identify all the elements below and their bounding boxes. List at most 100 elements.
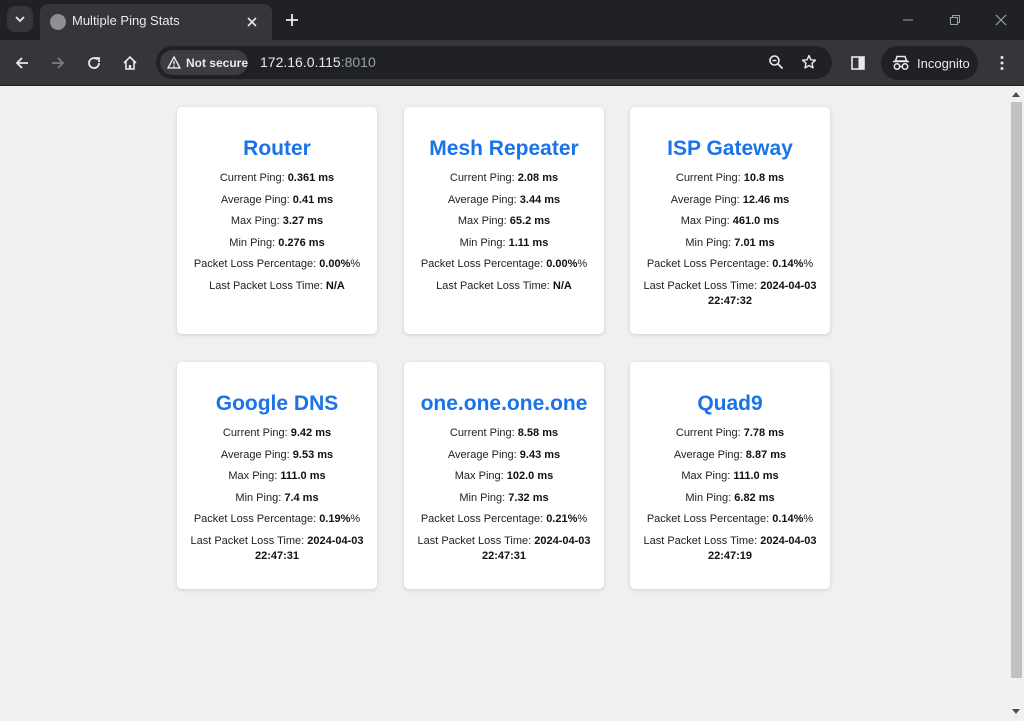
min-ping: Min Ping: 7.01 ms <box>630 236 830 251</box>
restore-button[interactable] <box>945 10 965 30</box>
min-ping: Min Ping: 7.32 ms <box>404 491 604 506</box>
stat-label: Min Ping: <box>459 236 506 249</box>
packet-loss: Packet Loss Percentage: 0.14%% <box>646 513 814 526</box>
current-ping: Current Ping: 0.361 ms <box>177 171 377 186</box>
current-ping: Current Ping: 7.78 ms <box>630 426 830 441</box>
zoom-icon <box>769 55 784 70</box>
stat-label: Max Ping: <box>457 215 507 228</box>
stat-label: Packet Loss Percentage: <box>193 513 317 526</box>
home-button[interactable] <box>118 51 142 75</box>
close-icon <box>995 14 1007 26</box>
side-panel-icon <box>851 56 865 70</box>
max-ping: Max Ping: 65.2 ms <box>404 214 604 229</box>
stat-value: 0.00% <box>319 258 351 271</box>
stat-value: 2.08 ms <box>517 172 559 184</box>
stat-label: Average Ping: <box>447 448 517 461</box>
bookmark-button[interactable] <box>798 51 820 73</box>
scroll-up-arrow[interactable] <box>1012 92 1020 97</box>
ping-card: Router Current Ping: 0.361 ms Average Pi… <box>177 107 377 334</box>
stat-value: N/A <box>552 279 572 292</box>
stat-value: 1.11 ms <box>508 236 549 249</box>
last-loss-time: Last Packet Loss Time: 2024-04-03 22:47:… <box>177 534 377 564</box>
card-title: Mesh Repeater <box>429 137 579 160</box>
stat-value: 65.2 ms <box>509 215 551 228</box>
back-button[interactable] <box>10 51 34 75</box>
minimize-button[interactable] <box>898 10 918 30</box>
stat-value: 111.0 ms <box>733 470 779 483</box>
tab-search-button[interactable] <box>7 6 33 32</box>
page-content: Router Current Ping: 0.361 ms Average Pi… <box>0 87 1009 721</box>
stat-label: Current Ping: <box>449 427 515 439</box>
stat-label: Last Packet Loss Time: <box>209 279 323 292</box>
close-icon <box>247 17 257 27</box>
card-title: Quad9 <box>697 392 763 415</box>
restore-icon <box>950 15 960 25</box>
stat-label: Average Ping: <box>670 193 740 206</box>
close-window-button[interactable] <box>991 10 1011 30</box>
stat-label: Min Ping: <box>685 236 732 249</box>
stat-label: Min Ping: <box>235 491 282 504</box>
url-port: :8010 <box>340 54 376 70</box>
tab-close-button[interactable] <box>242 12 262 32</box>
stat-label: Last Packet Loss Time: <box>436 279 550 292</box>
zoom-button[interactable] <box>765 51 787 73</box>
average-ping: Average Ping: 12.46 ms <box>630 193 830 208</box>
url-text[interactable]: 172.16.0.115:8010 <box>260 54 376 70</box>
min-ping: Min Ping: 7.4 ms <box>177 491 377 506</box>
stat-label: Last Packet Loss Time: <box>417 534 532 547</box>
packet-loss: Packet Loss Percentage: 0.14%% <box>646 258 814 271</box>
max-ping: Max Ping: 111.0 ms <box>177 469 377 484</box>
max-ping: Max Ping: 461.0 ms <box>630 214 830 229</box>
max-ping: Max Ping: 102.0 ms <box>404 469 604 484</box>
tab-strip: Multiple Ping Stats <box>0 0 1024 40</box>
stat-value: 461.0 ms <box>732 215 780 228</box>
url-host: 172.16.0.115 <box>260 54 341 70</box>
stat-value: 0.21% <box>546 513 578 526</box>
forward-button[interactable] <box>46 51 70 75</box>
current-ping: Current Ping: 9.42 ms <box>177 426 377 441</box>
stat-label: Max Ping: <box>454 470 504 483</box>
max-ping: Max Ping: 111.0 ms <box>630 469 830 484</box>
stat-label: Current Ping: <box>219 172 285 184</box>
stat-label: Packet Loss Percentage: <box>646 258 770 271</box>
max-ping: Max Ping: 3.27 ms <box>177 214 377 229</box>
stat-value: N/A <box>325 279 345 292</box>
average-ping: Average Ping: 9.53 ms <box>177 448 377 463</box>
incognito-indicator[interactable]: Incognito <box>881 46 978 80</box>
stat-value: 0.361 ms <box>287 172 335 184</box>
stat-label: Average Ping: <box>220 448 290 461</box>
address-bar[interactable]: Not secure 172.16.0.115:8010 <box>156 46 832 79</box>
stat-label: Min Ping: <box>229 236 276 249</box>
packet-loss: Packet Loss Percentage: 0.19%% <box>193 513 361 526</box>
current-ping: Current Ping: 2.08 ms <box>404 171 604 186</box>
reload-button[interactable] <box>82 51 106 75</box>
card-title: one.one.one.one <box>420 392 588 415</box>
chevron-down-icon <box>15 16 25 23</box>
plus-icon <box>286 14 298 26</box>
browser-tab[interactable]: Multiple Ping Stats <box>40 4 272 40</box>
stat-value: 0.276 ms <box>278 236 325 249</box>
stat-value: 6.82 ms <box>734 491 775 504</box>
new-tab-button[interactable] <box>281 9 303 31</box>
side-panel-button[interactable] <box>846 51 870 75</box>
stat-label: Max Ping: <box>681 470 731 483</box>
scrollbar-thumb[interactable] <box>1011 102 1022 678</box>
stat-value: 7.78 ms <box>743 427 785 439</box>
stat-label: Average Ping: <box>673 448 743 461</box>
stat-value: 12.46 ms <box>742 193 790 206</box>
security-indicator[interactable]: Not secure <box>160 50 248 75</box>
packet-loss: Packet Loss Percentage: 0.00%% <box>193 258 361 271</box>
security-label: Not secure <box>185 55 248 70</box>
reload-icon <box>88 57 100 69</box>
average-ping: Average Ping: 8.87 ms <box>630 448 830 463</box>
menu-button[interactable] <box>990 51 1014 75</box>
warning-icon <box>167 56 181 69</box>
scroll-down-arrow[interactable] <box>1012 709 1020 714</box>
current-ping: Current Ping: 10.8 ms <box>630 171 830 186</box>
ping-card: Quad9 Current Ping: 7.78 ms Average Ping… <box>630 362 830 589</box>
more-vertical-icon <box>1000 56 1004 70</box>
stat-label: Average Ping: <box>447 193 517 206</box>
stat-label: Packet Loss Percentage: <box>193 258 317 271</box>
tab-title: Multiple Ping Stats <box>72 13 180 28</box>
arrow-right-icon <box>52 57 65 69</box>
